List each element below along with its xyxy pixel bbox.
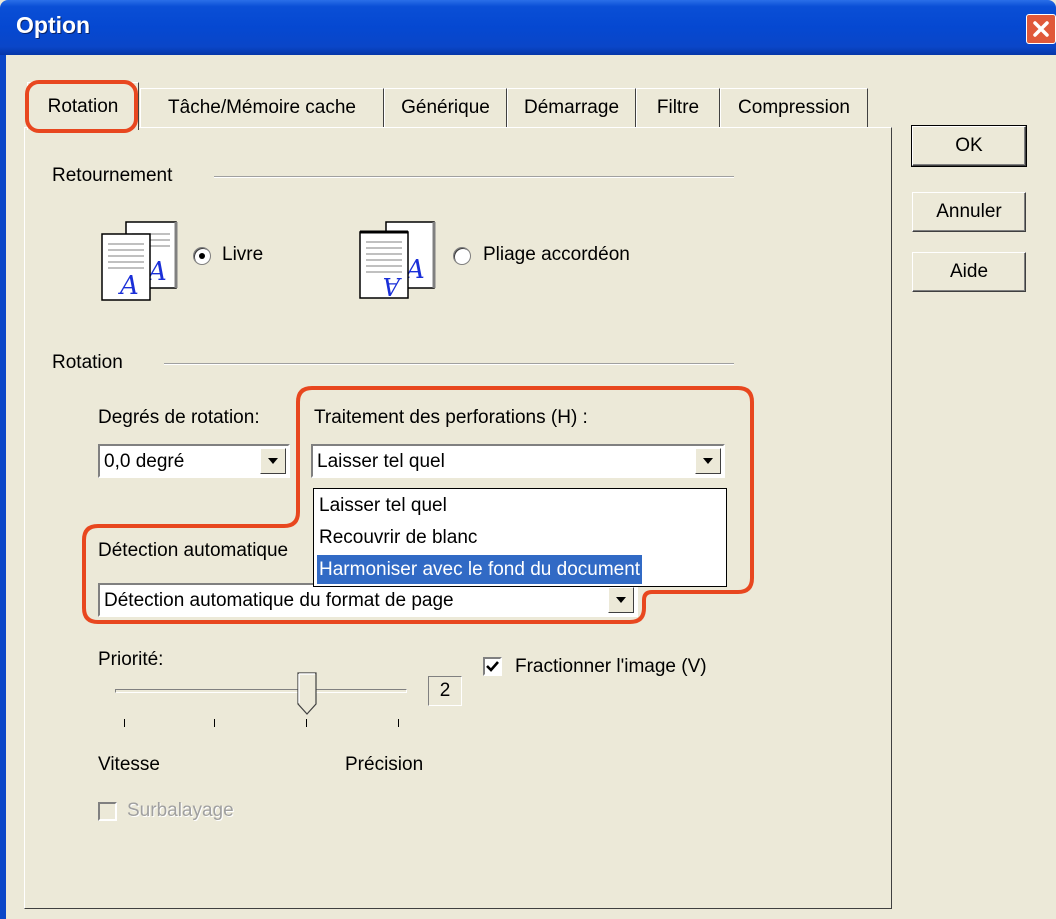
radio-livre[interactable] — [193, 247, 211, 265]
accordion-fold-icon: A A — [359, 221, 436, 300]
priority-value-box: 2 — [428, 676, 462, 706]
priority-label: Priorité: — [98, 649, 164, 670]
group-heading-retournement: Retournement — [52, 165, 173, 186]
tab-filter[interactable]: Filtre — [636, 88, 720, 128]
radio-pliage-accordeon[interactable] — [453, 247, 471, 265]
slider-label-precision: Précision — [345, 754, 424, 775]
group-heading-rotation: Rotation — [52, 352, 123, 373]
slider-tick — [306, 719, 307, 727]
slider-tick — [214, 719, 215, 727]
slider-thumb-icon[interactable] — [297, 672, 317, 716]
ok-button[interactable]: OK — [911, 125, 1027, 167]
tab-task-cache[interactable]: Tâche/Mémoire cache — [140, 88, 384, 128]
split-image-checkbox[interactable] — [483, 657, 502, 676]
tab-startup[interactable]: Démarrage — [507, 88, 636, 128]
help-button[interactable]: Aide — [912, 252, 1026, 292]
close-icon — [1033, 21, 1049, 37]
highlight-perforation-area — [82, 386, 754, 624]
priority-slider-track[interactable] — [115, 689, 407, 693]
radio-label-pliage-accordeon: Pliage accordéon — [483, 244, 630, 265]
cancel-button[interactable]: Annuler — [912, 192, 1026, 232]
slider-tick — [398, 719, 399, 727]
slider-tick — [124, 719, 125, 727]
overscan-checkbox[interactable] — [98, 802, 117, 821]
group-divider — [164, 363, 734, 365]
overscan-label: Surbalayage — [127, 800, 234, 821]
radio-label-livre: Livre — [222, 244, 264, 265]
split-image-label: Fractionner l'image (V) — [515, 656, 707, 677]
book-icon: A A — [101, 221, 178, 301]
svg-text:A: A — [383, 272, 402, 300]
slider-label-speed: Vitesse — [98, 754, 160, 775]
svg-text:A: A — [118, 271, 139, 301]
tab-rotation[interactable]: Rotation — [27, 82, 139, 130]
checkmark-icon — [486, 661, 499, 672]
tab-compression[interactable]: Compression — [720, 88, 868, 128]
group-divider — [214, 176, 734, 178]
title-bar: Option — [0, 0, 1056, 55]
tab-generic[interactable]: Générique — [384, 88, 507, 128]
close-button[interactable] — [1026, 14, 1056, 44]
window-title: Option — [16, 12, 91, 38]
